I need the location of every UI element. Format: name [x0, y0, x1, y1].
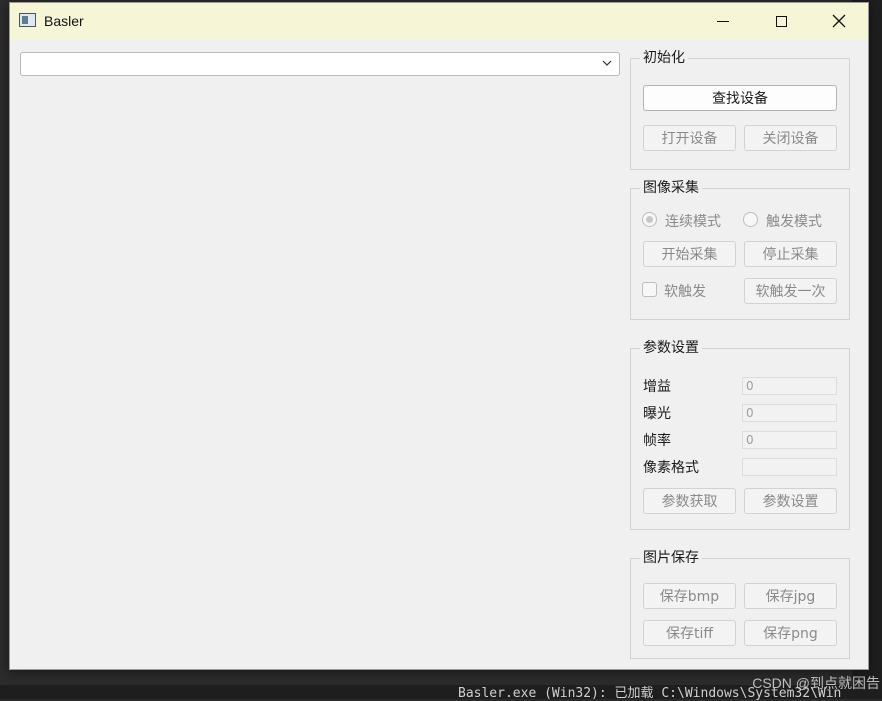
capture-group-title: 图像采集 [640, 177, 702, 197]
pixel-format-label: 像素格式 [643, 460, 699, 476]
watermark: CSDN @到点就困告 [752, 675, 880, 691]
basler-window: Basler 初始化 查找设备 打开设备 关闭设备 图像采集 连续模式 触发模式 [9, 2, 869, 670]
soft-trigger-checkbox[interactable] [642, 282, 657, 297]
framerate-label: 帧率 [643, 433, 671, 449]
maximize-icon [775, 15, 787, 27]
window-title: Basler [44, 13, 84, 29]
exposure-input[interactable]: 0 [742, 404, 837, 422]
set-params-button[interactable]: 参数设置 [744, 488, 837, 514]
close-icon [832, 14, 846, 28]
params-group-title: 参数设置 [640, 337, 702, 357]
params-group: 参数设置 增益 0 曝光 0 帧率 0 像素格式 参数获取 参数设置 [630, 337, 850, 530]
continuous-mode-label: 连续模式 [665, 214, 721, 230]
find-device-button[interactable]: 查找设备 [643, 85, 837, 111]
start-capture-button[interactable]: 开始采集 [643, 241, 736, 267]
get-params-button[interactable]: 参数获取 [643, 488, 736, 514]
gain-label: 增益 [643, 379, 671, 395]
gain-input[interactable]: 0 [742, 377, 837, 395]
save-png-button[interactable]: 保存png [744, 620, 837, 646]
soft-trigger-once-button[interactable]: 软触发一次 [744, 278, 837, 304]
init-group-title: 初始化 [640, 47, 688, 67]
device-combo[interactable] [20, 52, 620, 76]
save-bmp-button[interactable]: 保存bmp [643, 583, 736, 609]
stop-capture-button[interactable]: 停止采集 [744, 241, 837, 267]
trigger-mode-label: 触发模式 [766, 214, 822, 230]
framerate-input[interactable]: 0 [742, 431, 837, 449]
minimize-icon [717, 20, 729, 22]
exposure-label: 曝光 [643, 406, 671, 422]
minimize-button[interactable] [694, 3, 752, 39]
soft-trigger-label: 软触发 [664, 284, 706, 300]
pixel-format-input[interactable] [742, 458, 837, 476]
close-button[interactable] [810, 3, 868, 39]
save-group-title: 图片保存 [640, 547, 702, 567]
chevron-down-icon [602, 60, 612, 66]
trigger-mode-radio[interactable] [743, 212, 758, 227]
save-jpg-button[interactable]: 保存jpg [744, 583, 837, 609]
init-group: 初始化 查找设备 打开设备 关闭设备 [630, 47, 850, 170]
capture-group: 图像采集 连续模式 触发模式 开始采集 停止采集 软触发 软触发一次 [630, 177, 850, 320]
background-output-line: Basler.exe (Win32): 已加载 C:\Windows\Syste… [0, 685, 882, 701]
save-tiff-button[interactable]: 保存tiff [643, 620, 736, 646]
continuous-mode-radio[interactable] [642, 212, 657, 227]
app-icon [19, 13, 36, 27]
close-device-button[interactable]: 关闭设备 [744, 125, 837, 151]
title-bar[interactable]: Basler [10, 3, 868, 39]
save-group: 图片保存 保存bmp 保存jpg 保存tiff 保存png [630, 547, 850, 659]
maximize-button[interactable] [752, 3, 810, 39]
open-device-button[interactable]: 打开设备 [643, 125, 736, 151]
